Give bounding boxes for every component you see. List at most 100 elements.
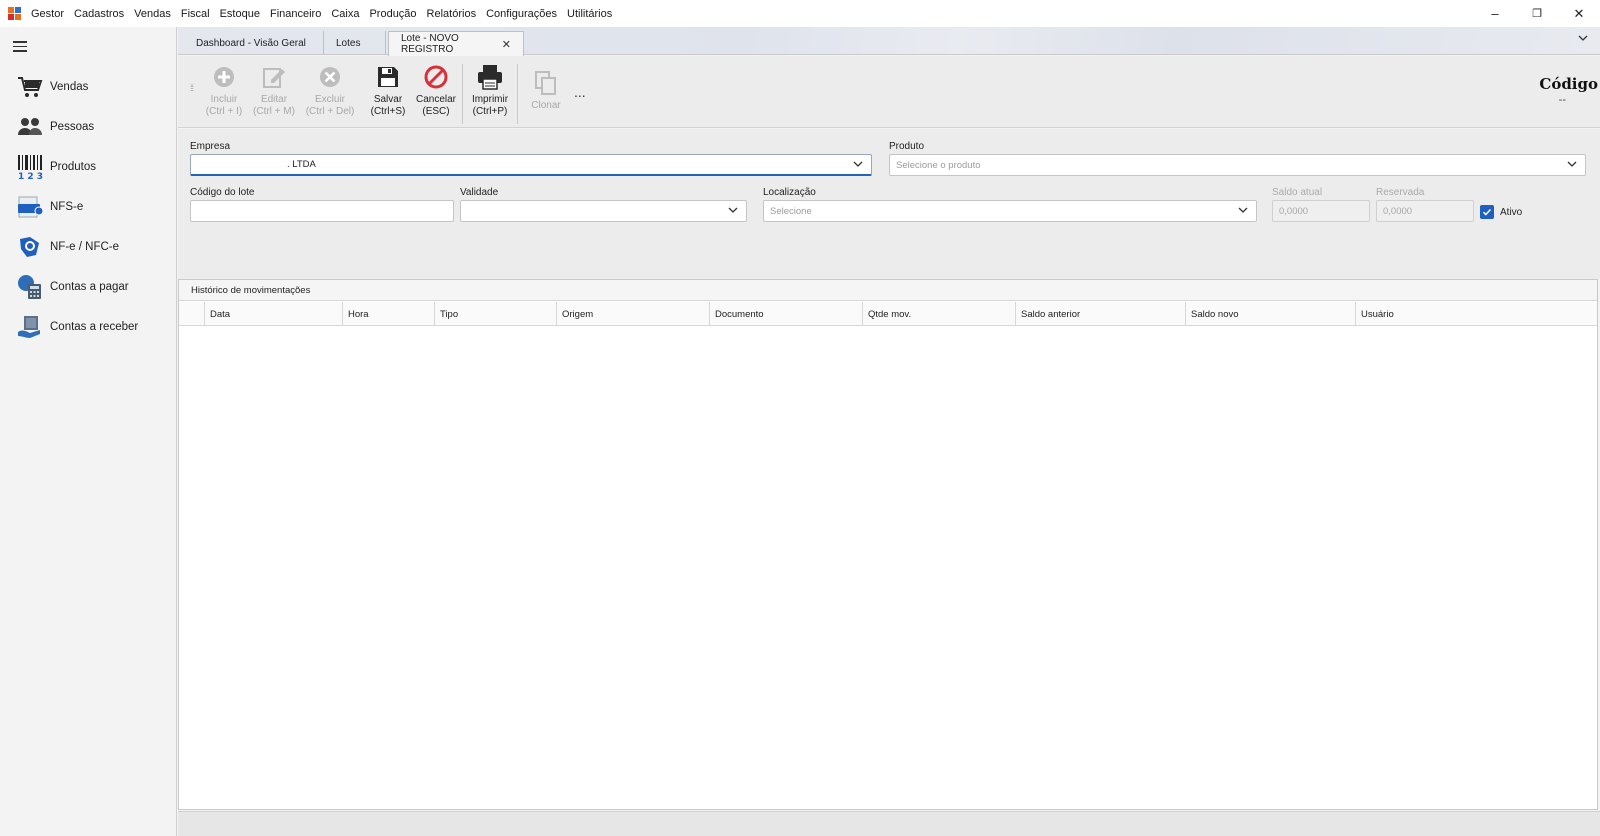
hamburger-menu-icon[interactable] — [13, 41, 27, 52]
toolbar-separator — [517, 64, 518, 124]
menu-financeiro[interactable]: Financeiro — [265, 8, 326, 20]
menu-gestor[interactable]: Gestor — [26, 8, 69, 20]
localizacao-select[interactable]: Selecione — [763, 200, 1257, 222]
menu-vendas[interactable]: Vendas — [129, 8, 176, 20]
window-controls: – ❐ ✕ — [1474, 0, 1600, 27]
barcode-icon: 1 2 3 — [16, 153, 44, 181]
cancel-icon — [423, 64, 449, 90]
excluir-button[interactable]: Excluir (Ctrl + Del) — [304, 64, 356, 124]
cart-icon — [16, 73, 44, 101]
sidebar-item-produtos[interactable]: 1 2 3 Produtos — [16, 151, 171, 183]
column-header-usuario[interactable]: Usuário — [1355, 302, 1597, 326]
main-area: Dashboard - Visão Geral Lotes Lote - NOV… — [178, 27, 1600, 836]
editar-button[interactable]: Editar (Ctrl + M) — [248, 64, 300, 124]
excluir-label: Excluir — [314, 94, 345, 105]
column-header-hora[interactable]: Hora — [342, 302, 434, 326]
column-header-tipo[interactable]: Tipo — [434, 302, 556, 326]
codigo-lote-input[interactable] — [190, 200, 454, 222]
tab-label: Lote - NOVO REGISTRO — [401, 33, 459, 55]
sidebar-item-label: NF-e / NFC-e — [50, 241, 119, 253]
tab-label: Lotes — [336, 37, 361, 49]
sidebar-item-label: Produtos — [50, 161, 97, 173]
tab-lote-novo-registro[interactable]: Lote - NOVO REGISTRO ✕ — [388, 31, 524, 56]
tab-lotes[interactable]: Lotes — [324, 31, 386, 55]
menu-cadastros[interactable]: Cadastros — [69, 8, 129, 20]
localizacao-placeholder: Selecione — [770, 205, 812, 217]
incluir-button[interactable]: Incluir (Ctrl + I) — [198, 64, 250, 124]
reservada-field: 0,0000 — [1376, 200, 1474, 222]
sidebar-item-label: Contas a pagar — [50, 281, 129, 293]
toolbar-separator — [462, 64, 463, 124]
salvar-button[interactable]: Salvar (Ctrl+S) — [362, 64, 414, 124]
grid-header-row: Data Hora Tipo Origem Documento Qtde mov… — [179, 302, 1597, 326]
produto-placeholder: Selecione o produto — [896, 159, 981, 171]
imprimir-shortcut: (Ctrl+P) — [472, 106, 508, 117]
cancelar-button[interactable]: Cancelar (ESC) — [410, 64, 462, 124]
empresa-select[interactable]: . LTDA — [190, 154, 872, 176]
sidebar-item-label: Contas a receber — [50, 321, 139, 333]
printer-icon — [477, 64, 503, 90]
column-header-data[interactable]: Data — [204, 302, 342, 326]
saldo-atual-label: Saldo atual — [1272, 187, 1323, 198]
cancelar-shortcut: (ESC) — [422, 106, 450, 117]
menu-caixa[interactable]: Caixa — [326, 8, 364, 20]
menu-utilitarios[interactable]: Utilitários — [562, 8, 617, 20]
minimize-button[interactable]: – — [1474, 0, 1516, 27]
column-header-documento[interactable]: Documento — [709, 302, 862, 326]
check-icon — [1482, 208, 1492, 216]
codigo-title: Código — [1539, 75, 1598, 93]
column-header-origem[interactable]: Origem — [556, 302, 709, 326]
maximize-button[interactable]: ❐ — [1516, 0, 1558, 27]
menu-producao[interactable]: Produção — [364, 8, 421, 20]
toolbar: ⁞⁞ Incluir (Ctrl + I) Editar (Ctrl + M) … — [178, 56, 1600, 128]
main-menu: Gestor Cadastros Vendas Fiscal Estoque F… — [26, 8, 617, 20]
sidebar-item-label: Vendas — [50, 81, 89, 93]
tab-dashboard[interactable]: Dashboard - Visão Geral — [184, 31, 324, 55]
column-header-saldo-novo[interactable]: Saldo novo — [1185, 302, 1355, 326]
editar-label: Editar — [260, 94, 288, 105]
add-circle-icon — [211, 64, 237, 90]
menu-configuracoes[interactable]: Configurações — [481, 8, 562, 20]
tab-close-icon[interactable]: ✕ — [502, 38, 511, 51]
close-window-button[interactable]: ✕ — [1558, 0, 1600, 27]
incluir-shortcut: (Ctrl + I) — [205, 106, 243, 117]
saldo-atual-field: 0,0000 — [1272, 200, 1370, 222]
tab-strip: Dashboard - Visão Geral Lotes Lote - NOV… — [178, 27, 1600, 56]
toolbar-grip-icon[interactable]: ⁞⁞ — [190, 84, 194, 93]
incluir-label: Incluir — [210, 94, 238, 105]
grid-caption: Histórico de movimentações — [179, 280, 1597, 301]
lote-form: Empresa . LTDA Produto Selecione o produ… — [178, 129, 1600, 279]
sidebar-item-nfse[interactable]: NFS-e — [16, 191, 171, 223]
menu-relatorios[interactable]: Relatórios — [422, 8, 482, 20]
sidebar-item-label: NFS-e — [50, 201, 84, 213]
validade-select[interactable] — [460, 200, 747, 222]
editar-shortcut: (Ctrl + M) — [253, 106, 295, 117]
imprimir-label: Imprimir — [471, 94, 509, 105]
people-icon — [16, 113, 44, 141]
edit-icon — [261, 64, 287, 90]
imprimir-button[interactable]: Imprimir (Ctrl+P) — [464, 64, 516, 124]
column-header-qtde-mov[interactable]: Qtde mov. — [862, 302, 1015, 326]
copy-icon — [533, 70, 559, 96]
excluir-shortcut: (Ctrl + Del) — [305, 106, 355, 117]
sidebar-item-contas-pagar[interactable]: Contas a pagar — [16, 271, 171, 303]
cancelar-label: Cancelar — [415, 94, 457, 105]
ativo-checkbox[interactable] — [1480, 205, 1494, 219]
sidebar-item-vendas[interactable]: Vendas — [16, 71, 171, 103]
codigo-value: -- — [1558, 94, 1566, 106]
sidebar-item-pessoas[interactable]: Pessoas — [16, 111, 171, 143]
clonar-button[interactable]: Clonar — [520, 64, 572, 124]
localizacao-label: Localização — [763, 187, 816, 198]
chevron-down-icon — [1238, 205, 1248, 215]
ativo-label: Ativo — [1500, 207, 1523, 218]
menu-estoque[interactable]: Estoque — [215, 8, 265, 20]
status-bar — [178, 811, 1600, 836]
sidebar-item-nfe[interactable]: NF-e / NFC-e — [16, 231, 171, 263]
tab-label: Dashboard - Visão Geral — [196, 37, 306, 49]
tab-list-chevron-icon[interactable] — [1578, 33, 1588, 46]
produto-select[interactable]: Selecione o produto — [889, 154, 1586, 176]
menu-fiscal[interactable]: Fiscal — [176, 8, 215, 20]
sidebar-item-contas-receber[interactable]: Contas a receber — [16, 311, 171, 343]
more-options-button[interactable]: ... — [574, 84, 586, 100]
column-header-saldo-anterior[interactable]: Saldo anterior — [1015, 302, 1185, 326]
